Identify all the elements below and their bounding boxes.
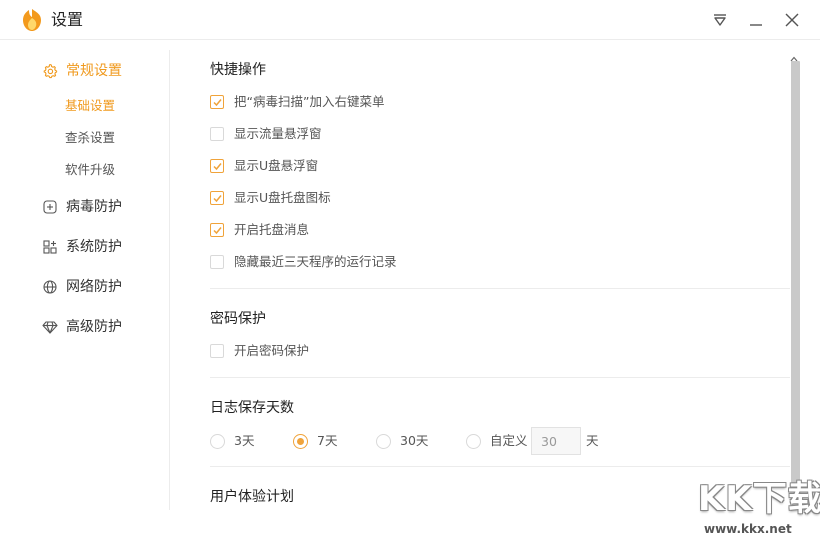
checkbox[interactable]: [210, 127, 224, 141]
option-label: 显示流量悬浮窗: [234, 126, 322, 141]
flame-shield-logo-icon: [21, 8, 43, 32]
close-icon: [785, 13, 799, 27]
radio-7-days[interactable]: 7天: [293, 433, 337, 449]
section-title-log-days: 日志保存天数: [210, 400, 294, 416]
section-title-password: 密码保护: [210, 311, 266, 327]
radio-label: 7天: [317, 433, 338, 448]
dropdown-menu-icon: [714, 14, 726, 26]
radio-button[interactable]: [466, 433, 481, 449]
title-bar: 设置: [0, 0, 820, 40]
sidebar-item-basic[interactable]: 基础设置: [65, 98, 115, 114]
scroll-up-arrow[interactable]: [789, 49, 799, 62]
checkbox[interactable]: [210, 255, 224, 269]
sidebar-divider: [169, 50, 170, 510]
sidebar-group-label: 常规设置: [66, 63, 122, 79]
checkmark-icon: [213, 99, 222, 107]
option-label: 显示U盘托盘图标: [234, 190, 331, 205]
option-traffic-float[interactable]: 显示流量悬浮窗: [210, 126, 322, 142]
close-button[interactable]: [781, 9, 803, 31]
section-title-quick-ops: 快捷操作: [210, 62, 266, 78]
section-title-ux-plan: 用户体验计划: [210, 489, 294, 505]
sidebar-group-label: 高级防护: [66, 319, 122, 335]
checkmark-icon: [213, 227, 222, 235]
option-label: 隐藏最近三天程序的运行记录: [234, 254, 397, 269]
settings-content: 快捷操作 把“病毒扫描”加入右键菜单 显示流量悬浮窗 显示U盘悬浮窗 显示U盘托…: [210, 40, 790, 540]
scrollbar-thumb[interactable]: [791, 61, 800, 485]
option-usb-float[interactable]: 显示U盘悬浮窗: [210, 158, 318, 174]
window-title: 设置: [51, 10, 84, 29]
option-usb-tray-icon[interactable]: 显示U盘托盘图标: [210, 190, 331, 206]
sidebar-group-general[interactable]: 常规设置: [42, 62, 122, 80]
sidebar-item-scan[interactable]: 查杀设置: [65, 130, 115, 146]
dropdown-menu-button[interactable]: [709, 9, 731, 31]
checkbox[interactable]: [210, 344, 224, 358]
option-label: 把“病毒扫描”加入右键菜单: [234, 94, 385, 109]
option-tray-messages[interactable]: 开启托盘消息: [210, 222, 309, 238]
gear-icon: [42, 63, 58, 79]
minimize-button[interactable]: [745, 9, 767, 31]
option-hide-run-records[interactable]: 隐藏最近三天程序的运行记录: [210, 254, 397, 270]
watermark-url: www.kkx.net: [704, 522, 792, 536]
section-divider: [210, 466, 790, 467]
plus-square-icon: [42, 199, 58, 215]
option-context-menu-scan[interactable]: 把“病毒扫描”加入右键菜单: [210, 94, 384, 110]
radio-30-days[interactable]: 30天: [376, 433, 428, 449]
minimize-icon: [750, 24, 762, 26]
diamond-icon: [42, 319, 58, 335]
option-label: 开启密码保护: [234, 343, 310, 358]
sidebar-group-system[interactable]: 系统防护: [42, 238, 122, 256]
watermark: KK下载 www.kkx.net: [698, 478, 820, 540]
radio-label: 自定义: [490, 433, 528, 448]
radio-button[interactable]: [210, 433, 225, 449]
option-label: 显示U盘悬浮窗: [234, 158, 319, 173]
checkmark-icon: [213, 195, 222, 203]
sidebar: 常规设置 基础设置 查杀设置 软件升级 病毒防护 系统防护 网络防护 高级防护: [0, 40, 170, 540]
custom-days-input[interactable]: [531, 427, 581, 455]
section-divider: [210, 377, 790, 378]
sidebar-item-upgrade[interactable]: 软件升级: [65, 162, 115, 178]
checkbox[interactable]: [210, 223, 224, 237]
watermark-logo-text: KK下载: [698, 479, 820, 519]
sidebar-group-virus[interactable]: 病毒防护: [42, 198, 122, 216]
checkmark-icon: [213, 163, 222, 171]
section-divider: [210, 288, 790, 289]
sidebar-group-label: 病毒防护: [66, 199, 122, 215]
sidebar-group-label: 网络防护: [66, 279, 122, 295]
radio-label: 30天: [400, 433, 429, 448]
globe-icon: [42, 279, 58, 295]
checkbox[interactable]: [210, 159, 224, 173]
radio-button[interactable]: [293, 433, 308, 449]
checkbox[interactable]: [210, 95, 224, 109]
radio-label: 3天: [234, 433, 255, 448]
sidebar-group-network[interactable]: 网络防护: [42, 278, 122, 296]
custom-days-unit: 天: [586, 433, 599, 448]
sidebar-group-label: 系统防护: [66, 239, 122, 255]
option-label: 开启托盘消息: [234, 222, 310, 237]
checkbox[interactable]: [210, 191, 224, 205]
radio-custom-days[interactable]: 自定义: [466, 433, 528, 449]
grid-icon: [42, 239, 58, 255]
option-password-protect[interactable]: 开启密码保护: [210, 343, 309, 359]
radio-3-days[interactable]: 3天: [210, 433, 254, 449]
log-days-radio-group: 3天 7天 30天 自定义 天: [210, 427, 790, 455]
sidebar-group-advanced[interactable]: 高级防护: [42, 318, 122, 336]
radio-button[interactable]: [376, 433, 391, 449]
